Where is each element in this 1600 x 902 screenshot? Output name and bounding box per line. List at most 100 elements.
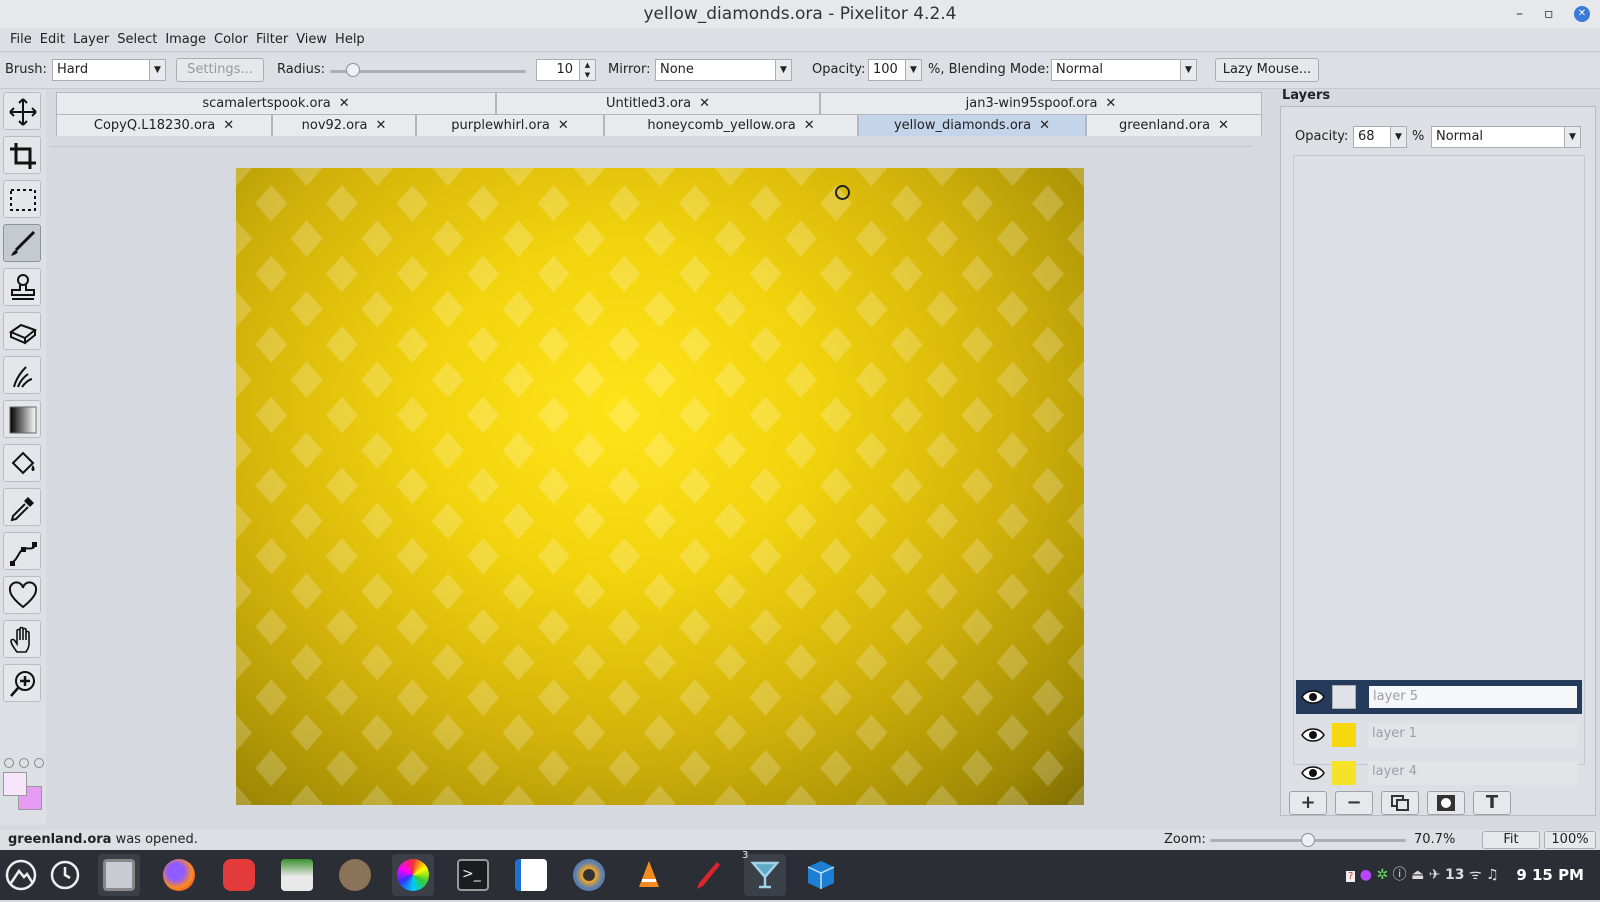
tab-nov92[interactable]: nov92.ora ✕ bbox=[272, 114, 416, 136]
virtualbox-button[interactable] bbox=[800, 854, 842, 896]
swap-colors-icon[interactable] bbox=[19, 758, 29, 768]
brush-tool[interactable] bbox=[3, 224, 41, 262]
selection-tool[interactable] bbox=[3, 180, 41, 218]
zoom-100-button[interactable]: 100% bbox=[1544, 831, 1596, 849]
volume-tray-icon[interactable]: ♫ bbox=[1486, 867, 1499, 883]
close-tab-icon[interactable]: ✕ bbox=[1218, 118, 1229, 133]
system-menu-button[interactable] bbox=[0, 854, 42, 896]
app-tray-icon[interactable]: ● bbox=[1360, 867, 1372, 883]
network-tray-icon[interactable]: ✲ bbox=[1376, 867, 1388, 883]
close-icon[interactable]: ✕ bbox=[1574, 6, 1590, 22]
camera-button[interactable] bbox=[568, 854, 610, 896]
firefox-button[interactable] bbox=[158, 854, 200, 896]
zoom-tool[interactable] bbox=[3, 664, 41, 702]
tab-jan3-win95spoof[interactable]: jan3-win95spoof.ora ✕ bbox=[820, 92, 1262, 114]
discord-button[interactable] bbox=[218, 854, 260, 896]
clock[interactable]: 9 15 PM bbox=[1516, 850, 1584, 900]
add-layer-button[interactable]: + bbox=[1289, 791, 1327, 815]
settings-button[interactable]: Settings... bbox=[176, 58, 264, 82]
info-tray-icon[interactable]: ⓘ bbox=[1393, 867, 1407, 883]
fit-button[interactable]: Fit bbox=[1482, 831, 1540, 849]
menu-help[interactable]: Help bbox=[331, 28, 369, 52]
gradient-tool[interactable] bbox=[3, 400, 41, 438]
eye-icon[interactable] bbox=[1300, 725, 1326, 745]
shapes-tool[interactable] bbox=[3, 576, 41, 614]
brush-select[interactable]: Hard ▼ bbox=[52, 59, 166, 81]
crop-tool[interactable] bbox=[3, 136, 41, 174]
vlc-button[interactable] bbox=[628, 854, 670, 896]
menu-color[interactable]: Color bbox=[210, 28, 252, 52]
layer-opacity-input[interactable]: 68 ▼ bbox=[1353, 126, 1407, 148]
close-tab-icon[interactable]: ✕ bbox=[558, 118, 569, 133]
close-tab-icon[interactable]: ✕ bbox=[1039, 118, 1050, 133]
wifi-tray-icon[interactable]: ᯤ bbox=[1469, 867, 1482, 883]
text-layer-button[interactable]: T bbox=[1473, 791, 1511, 815]
duplicate-layer-button[interactable] bbox=[1381, 791, 1419, 815]
tab-honeycomb-yellow[interactable]: honeycomb_yellow.ora ✕ bbox=[604, 114, 858, 136]
gimp-button[interactable] bbox=[334, 854, 376, 896]
eye-icon[interactable] bbox=[1300, 687, 1326, 707]
menu-filter[interactable]: Filter bbox=[252, 28, 292, 52]
paint-bucket-tool[interactable] bbox=[3, 444, 41, 482]
tab-copyq[interactable]: CopyQ.L18230.ora ✕ bbox=[56, 114, 272, 136]
tab-scamalertspook[interactable]: scamalertspook.ora ✕ bbox=[56, 92, 496, 114]
image-canvas[interactable] bbox=[236, 168, 1084, 805]
layer-row[interactable]: layer 4 bbox=[1296, 756, 1582, 785]
cocktail-app-button[interactable]: 3 bbox=[742, 850, 786, 896]
drive-tray-icon[interactable]: ⏏ bbox=[1411, 867, 1424, 883]
lazy-mouse-button[interactable]: Lazy Mouse... bbox=[1215, 58, 1319, 82]
maximize-icon[interactable]: ▫ bbox=[1544, 0, 1554, 28]
writer-button[interactable] bbox=[510, 854, 552, 896]
eraser-tool[interactable] bbox=[3, 312, 41, 350]
foreground-color-swatch[interactable] bbox=[3, 772, 27, 796]
tab-purplewhirl[interactable]: purplewhirl.ora ✕ bbox=[416, 114, 604, 136]
mail-button[interactable] bbox=[276, 854, 318, 896]
opacity-input[interactable]: 100 ▼ bbox=[868, 59, 922, 81]
minimize-icon[interactable]: – bbox=[1516, 0, 1523, 28]
eye-icon[interactable] bbox=[1300, 763, 1326, 783]
layer-name[interactable]: layer 5 bbox=[1368, 685, 1578, 709]
menu-image[interactable]: Image bbox=[161, 28, 210, 52]
help-tray-icon[interactable]: ? bbox=[1346, 871, 1356, 882]
clock-app-button[interactable] bbox=[44, 854, 86, 896]
spinner-icon[interactable]: ▲ ▼ bbox=[579, 60, 595, 80]
mirror-select[interactable]: None ▼ bbox=[655, 59, 792, 81]
radius-input[interactable]: 10 ▲ ▼ bbox=[536, 59, 596, 81]
pen-app-button[interactable] bbox=[686, 854, 728, 896]
random-colors-icon[interactable] bbox=[34, 758, 44, 768]
file-manager-button[interactable] bbox=[98, 854, 140, 896]
close-tab-icon[interactable]: ✕ bbox=[339, 96, 350, 111]
delete-layer-button[interactable]: − bbox=[1335, 791, 1373, 815]
close-tab-icon[interactable]: ✕ bbox=[375, 118, 386, 133]
menu-select[interactable]: Select bbox=[113, 28, 161, 52]
close-tab-icon[interactable]: ✕ bbox=[699, 96, 710, 111]
default-colors-icon[interactable] bbox=[4, 758, 14, 768]
layer-name[interactable]: layer 1 bbox=[1368, 723, 1578, 747]
updates-tray-icon[interactable]: ✈ bbox=[1429, 867, 1441, 883]
layer-name[interactable]: layer 4 bbox=[1368, 761, 1578, 785]
menu-layer[interactable]: Layer bbox=[69, 28, 113, 52]
menu-edit[interactable]: Edit bbox=[36, 28, 69, 52]
color-picker-tool[interactable] bbox=[3, 488, 41, 526]
menu-file[interactable]: File bbox=[6, 28, 36, 52]
radius-slider-handle[interactable] bbox=[346, 63, 360, 77]
menu-view[interactable]: View bbox=[292, 28, 331, 52]
layer-row[interactable]: layer 5 bbox=[1296, 680, 1582, 714]
close-tab-icon[interactable]: ✕ bbox=[1105, 96, 1116, 111]
pen-tool[interactable] bbox=[3, 532, 41, 570]
terminal-button[interactable]: >_ bbox=[452, 854, 494, 896]
tab-greenland[interactable]: greenland.ora ✕ bbox=[1086, 114, 1262, 136]
hand-tool[interactable] bbox=[3, 620, 41, 658]
layer-mask-button[interactable] bbox=[1427, 791, 1465, 815]
close-tab-icon[interactable]: ✕ bbox=[804, 118, 815, 133]
tab-untitled3[interactable]: Untitled3.ora ✕ bbox=[496, 92, 820, 114]
clone-stamp-tool[interactable] bbox=[3, 268, 41, 306]
close-tab-icon[interactable]: ✕ bbox=[223, 118, 234, 133]
layer-blending-select[interactable]: Normal ▼ bbox=[1431, 126, 1581, 148]
zoom-slider-handle[interactable] bbox=[1301, 833, 1315, 847]
color-app-button[interactable] bbox=[392, 854, 434, 896]
tab-yellow-diamonds[interactable]: yellow_diamonds.ora ✕ bbox=[858, 114, 1086, 136]
layer-row[interactable]: layer 1 bbox=[1296, 718, 1582, 752]
move-tool[interactable] bbox=[3, 92, 41, 130]
blending-mode-select[interactable]: Normal ▼ bbox=[1051, 59, 1197, 81]
